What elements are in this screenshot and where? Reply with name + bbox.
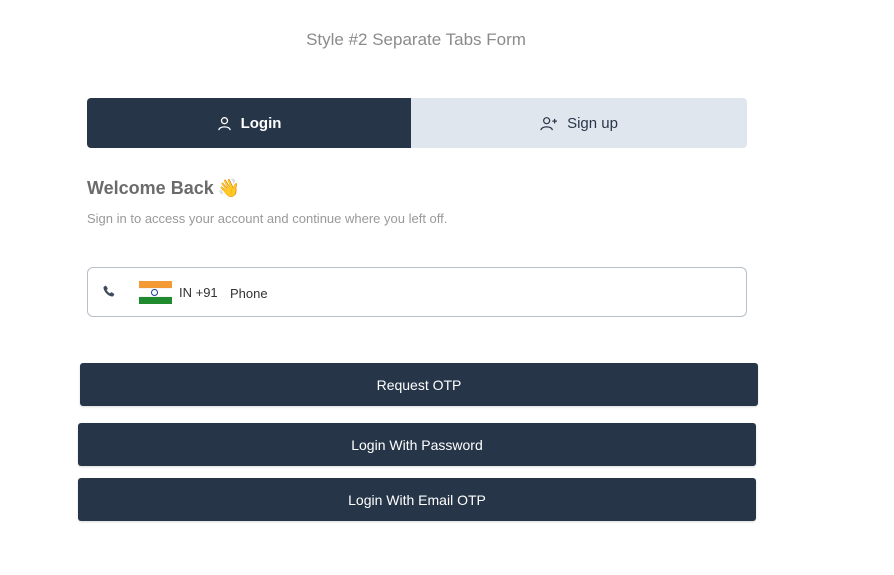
phone-field: IN +91 <box>87 267 747 317</box>
tab-login[interactable]: Login <box>87 98 411 148</box>
welcome-heading-text: Welcome Back <box>87 178 214 198</box>
india-flag-icon[interactable] <box>139 281 172 304</box>
welcome-heading: Welcome Back 👋 <box>87 178 240 199</box>
tab-signup[interactable]: Sign up <box>411 98 747 148</box>
tab-login-label: Login <box>240 114 282 132</box>
login-with-password-button[interactable]: Login With Password <box>78 423 756 466</box>
tab-signup-label: Sign up <box>567 114 618 132</box>
user-plus-icon <box>540 116 558 131</box>
login-with-email-otp-button[interactable]: Login With Email OTP <box>78 478 756 521</box>
user-icon <box>217 116 232 131</box>
phone-icon <box>101 283 117 304</box>
welcome-subtitle: Sign in to access your account and conti… <box>87 211 448 226</box>
page-title: Style #2 Separate Tabs Form <box>306 30 526 49</box>
auth-tabs: Login Sign up <box>87 98 747 148</box>
waving-hand-icon: 👋 <box>217 178 241 198</box>
request-otp-button[interactable]: Request OTP <box>80 363 758 406</box>
phone-input[interactable] <box>230 278 730 308</box>
country-code[interactable]: IN +91 <box>179 285 218 300</box>
